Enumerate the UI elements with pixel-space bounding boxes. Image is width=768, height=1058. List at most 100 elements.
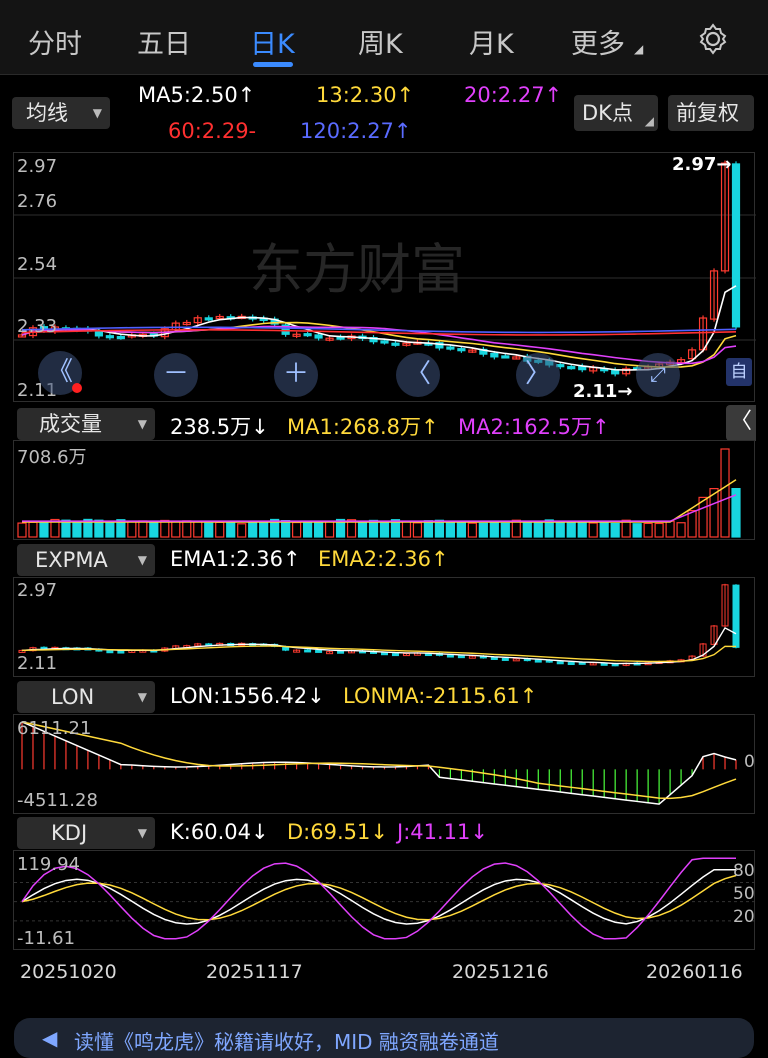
expma-selector[interactable]: EXPMA ▼ [17,544,155,576]
volume-bar [237,523,247,538]
candle [534,659,542,663]
adjust-label: 前复权 [676,101,739,125]
volume-bar [28,521,38,538]
fullscreen-button[interactable]: ⤢ [636,353,680,397]
candle [732,584,740,648]
kdj-chart-panel [13,850,756,950]
volume-bar [632,523,642,538]
status-dot [72,383,82,393]
zoom-out-button[interactable]: － [154,353,198,397]
kdj-right-axis-label: 50 [733,884,755,904]
volume-axis-label: 708.6万 [17,447,87,468]
candle [391,342,400,346]
price-axis-label: 2.76 [17,191,58,212]
kdj-selector[interactable]: KDJ ▼ [17,817,155,849]
gear-icon[interactable] [696,22,730,56]
candle [501,657,509,661]
candle [380,652,388,656]
volume-bar [292,521,302,538]
volume-bar [533,521,543,538]
candle [117,650,125,654]
collapse-panel-button[interactable]: 〈 [726,405,756,441]
volume-ma2-line [22,494,737,522]
dk-point-button[interactable]: DK点 ◢ [574,95,658,131]
ema1-value: EMA1:2.36↑ [170,547,301,571]
ma20-value: 20:2.27↑ [464,83,563,107]
volume-bar [610,522,620,538]
tab-more[interactable]: 更多 [571,22,625,61]
kdj-right-axis-label: 20 [733,907,755,927]
volume-bar [357,521,368,538]
ma60-value: 60:2.29- [168,119,257,143]
candle [315,649,323,653]
ma120-value: 120:2.27↑ [300,119,412,143]
volume-bar [577,521,587,538]
price-axis-label: 2.33 [17,316,58,337]
volume-bar [489,521,499,538]
candle [567,366,576,370]
volume-bar [401,521,412,538]
volume-bar [423,520,434,538]
scroll-right-button[interactable]: 〉 [516,353,560,397]
volume-bar [193,521,203,538]
scroll-left-button[interactable]: 〈 [396,353,440,397]
volume-bar [324,520,335,538]
volume-selector-label: 成交量 [39,412,102,436]
volume-bar [456,520,466,538]
ma13-value: 13:2.30↑ [316,83,415,107]
volume-bar [445,521,455,538]
volume-bar [248,522,258,538]
candle [314,334,323,339]
volume-bar [160,519,170,538]
volume-bar [72,522,82,538]
active-tab-indicator [253,62,293,67]
volume-selector[interactable]: 成交量 ▼ [17,408,155,440]
tab-five-day[interactable]: 五日 [137,22,191,61]
megaphone-icon: ◀ [42,1026,58,1050]
candle [446,654,454,658]
chevron-left-icon: 〈 [729,409,752,434]
ma5-value: MA5:2.50↑ [138,83,256,107]
volume-bar [720,448,730,538]
lon-value: LON:1556.42↓ [170,684,325,708]
volume-bar [654,522,664,538]
candle [556,661,564,665]
kdj-j-line [21,857,736,940]
tab-daily-k[interactable]: 日K [250,22,295,61]
zoom-in-button[interactable]: ＋ [274,353,318,397]
self-select-button[interactable]: 自 [726,358,752,386]
lon-selector[interactable]: LON ▼ [17,681,155,713]
kdj-j-value: J:41.11↓ [397,820,488,844]
dk-point-label: DK点 [582,101,633,125]
adjust-button[interactable]: 前复权 [668,95,754,131]
candle [380,340,389,344]
volume-chart-panel [13,440,755,540]
volume-bar [467,522,477,538]
ema2-line [21,645,737,663]
volume-bar [379,520,390,538]
date-label: 20251117 [206,961,303,983]
tab-weekly-k[interactable]: 周K [358,22,403,61]
volume-bar [599,522,609,538]
volume-bar [215,521,225,538]
promo-banner[interactable]: ◀ 读懂《鸣龙虎》秘籍请收好，MID 融资融卷通道 [14,1018,754,1058]
tab-monthly-k[interactable]: 月K [469,22,514,61]
kdj-right-axis-label: 80 [733,861,755,881]
candle [490,352,499,358]
price-axis-label: 2.97 [17,156,58,177]
ma-selector[interactable]: 均线 ▼ [12,97,110,129]
candle [457,655,465,659]
candle [391,653,399,657]
volume-bar [368,519,379,538]
lon-line [21,721,737,805]
date-label: 20251020 [20,961,117,983]
tab-intraday[interactable]: 分时 [28,22,82,61]
lon-axis-label: -4511.28 [17,790,98,811]
volume-bar [500,522,510,538]
candle [731,163,741,328]
volume-bar [643,522,653,538]
candle [106,650,114,654]
dropdown-caret-icon: ▼ [137,690,147,704]
volume-bar [434,519,445,538]
volume-value: 238.5万↓ [170,415,269,439]
